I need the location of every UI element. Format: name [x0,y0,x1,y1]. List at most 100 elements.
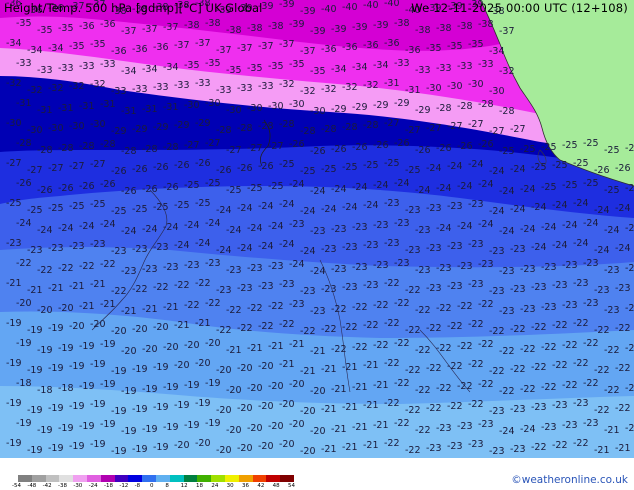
contour-label: -36 [111,46,127,57]
contour-label: -19 [121,386,137,397]
contour-label: -23 [342,242,358,253]
contour-label: -24 [394,178,410,189]
contour-label: -29 [111,126,127,137]
contour-label: -19 [6,358,22,369]
contour-label: -37 [174,40,190,51]
contour-label: -23 [468,279,484,290]
contour-label: -28 [100,139,116,150]
contour-label: -22 [499,346,515,357]
contour-label: -34 [331,64,347,75]
contour-label: -35 [310,66,326,77]
contour-label: -19 [48,363,64,374]
color-legend-ticks: -54 -48 -42 -38 -30 -24 -18 -12 -8 0 8 12 18 24 30 36 42… [4,483,304,490]
contour-label: -20 [121,346,137,357]
contour-label: -20 [90,319,106,330]
contour-label: -21 [6,278,22,289]
contour-label: -23 [321,244,337,255]
contour-label: -19 [90,399,106,410]
contour-label: -22 [394,338,410,349]
contour-label: -28 [363,120,379,131]
contour-label: -20 [237,403,253,414]
contour-label: -22 [531,322,547,333]
contour-label: -28 [258,121,274,132]
contour-label: -23 [625,303,634,314]
contour-label: -33 [153,82,169,93]
legend-tick: 54 [288,483,295,489]
contour-label: -30 [6,118,22,129]
contour-label: -39 [310,26,326,37]
contour-label: -25 [247,183,263,194]
contour-label: -37 [258,41,274,52]
contour-label: -22 [426,323,442,334]
contour-label: -23 [415,225,431,236]
contour-label: -18 [37,385,53,396]
color-legend [18,475,294,482]
contour-label: -35 [37,25,53,36]
contour-label: -30 [69,121,85,132]
contour-label: -36 [384,38,400,49]
site-credit[interactable]: ©weatheronline.co.uk [511,474,628,486]
contour-label: -27 [510,124,526,135]
contour-label: -23 [468,239,484,250]
contour-label: -37 [121,26,137,37]
contour-label: -24 [447,161,463,172]
contour-label: -25 [562,180,578,191]
contour-label: -23 [436,263,452,274]
contour-label: -25 [69,201,85,212]
contour-label: -39 [331,24,347,35]
contour-label: -27 [426,123,442,134]
contour-label: -35 [58,23,74,34]
contour-label: -23 [625,263,634,274]
contour-label: -29 [394,98,410,109]
contour-label: -25 [583,178,599,189]
contour-label: -21 [321,364,337,375]
contour-label: -24 [615,243,631,254]
contour-label: -21 [321,404,337,415]
contour-label: -25 [541,182,557,193]
contour-label: -25 [625,143,634,154]
contour-label: -27 [48,163,64,174]
legend-tick: 24 [211,483,219,489]
contour-label: -24 [258,201,274,212]
contour-label: -23 [447,241,463,252]
contour-label: -33 [478,59,494,70]
contour-label: -23 [604,265,620,276]
contour-label: -22 [552,360,568,371]
contour-label: -23 [583,258,599,269]
contour-label: -21 [289,339,305,350]
contour-label: -22 [541,382,557,393]
contour-label: -40 [384,0,400,9]
contour-label: -35 [268,61,284,72]
contour-label: -33 [258,81,274,92]
contour-label: -24 [174,240,190,251]
contour-label: -25 [384,158,400,169]
contour-label: -29 [174,120,190,131]
contour-label: -26 [289,139,305,150]
legend-tick: 48 [272,483,280,489]
contour-label: -32 [279,79,295,90]
contour-label: -28 [216,125,232,136]
contour-label: -21 [342,362,358,373]
map-title: Height/Temp. 500 hPa [gdmp][°C] UK-Globa… [4,1,263,15]
contour-label: -26 [331,144,347,155]
contour-label: -24 [415,185,431,196]
contour-label: -23 [373,260,389,271]
contour-label: -23 [604,305,620,316]
contour-label: -24 [510,204,526,215]
contour-label: -25 [48,203,64,214]
contour-label: -19 [100,419,116,430]
contour-label: -26 [457,141,473,152]
contour-label: -23 [531,402,547,413]
contour-label: -30 [268,101,284,112]
contour-label: -22 [426,403,442,414]
contour-label: -20 [226,385,242,396]
contour-label: -21 [174,320,190,331]
contour-label: -22 [363,320,379,331]
contour-label: -22 [468,319,484,330]
contour-label: -34 [352,62,368,73]
contour-label: -22 [499,386,515,397]
contour-label: -23 [69,241,85,252]
contour-label: -32 [321,84,337,95]
contour-label: -22 [100,259,116,270]
contour-label: -34 [121,66,137,77]
